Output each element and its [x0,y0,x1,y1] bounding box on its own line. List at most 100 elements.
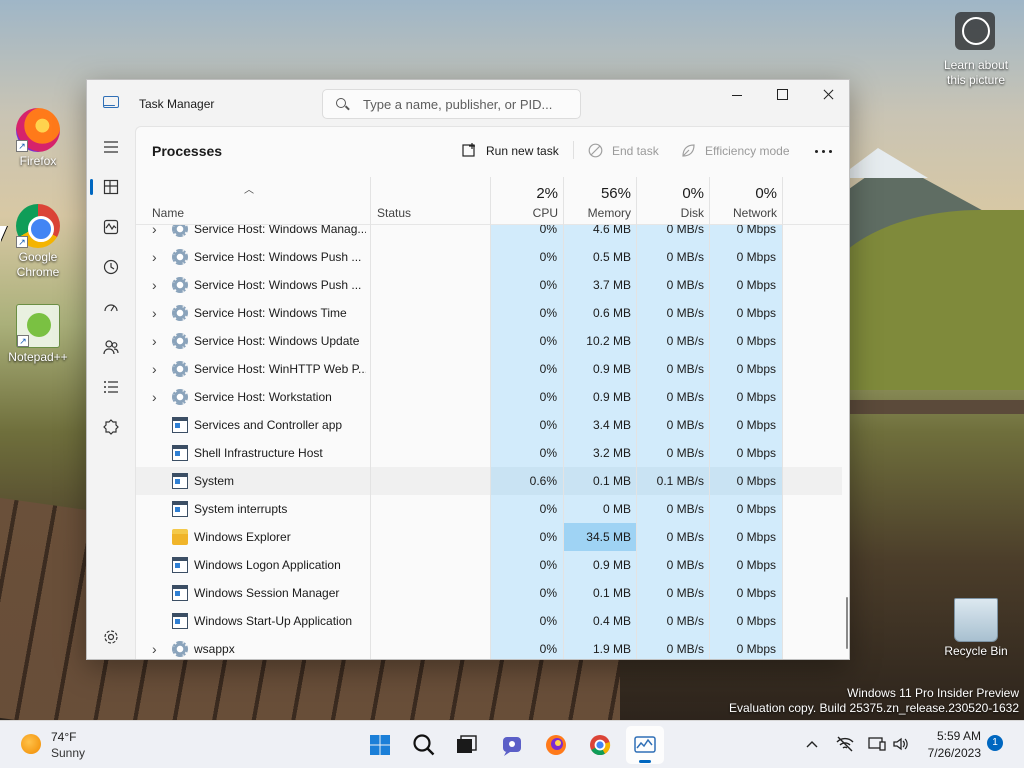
table-row[interactable]: Windows Logon Application 0% 0.9 MB 0 MB/s 0… [136,551,842,579]
expand-chevron-icon[interactable]: › [152,225,164,243]
nav-settings[interactable] [95,621,127,653]
table-row[interactable]: Windows Explorer 0% 34.5 MB 0 MB/s 0 Mbps [136,523,842,551]
table-row[interactable]: › wsappx 0% 1.9 MB 0 MB/s 0 Mbps [136,635,842,659]
process-name: Shell Infrastructure Host [194,446,323,460]
maximize-button[interactable] [759,80,805,110]
clock-time[interactable]: 5:59 AM [915,729,981,743]
chat-button[interactable] [493,726,531,764]
mouse-cursor-icon [0,226,7,242]
desktop-icon-notepadpp[interactable]: ↗ Notepad++ [2,304,74,364]
nav-users[interactable] [95,331,127,363]
taskbar-chrome[interactable] [581,726,619,764]
vertical-scrollbar[interactable] [842,225,849,659]
column-header-network[interactable]: 0% Network [709,177,782,225]
expand-chevron-icon[interactable]: › [152,635,164,659]
network-value: 0 Mbps [709,579,782,607]
cpu-value: 0% [490,607,563,635]
nav-performance[interactable] [95,211,127,243]
table-row[interactable]: System interrupts 0% 0 MB 0 MB/s 0 Mbps [136,495,842,523]
table-row[interactable]: › Service Host: Windows Push ... 0% 0.5 MB 0… [136,243,842,271]
expand-chevron-icon[interactable]: › [152,299,164,327]
table-row[interactable]: › Service Host: Windows Manag... 0% 4.6 MB 0… [136,225,842,243]
column-header-cpu[interactable]: 2% CPU [490,177,563,225]
cpu-value: 0% [490,551,563,579]
search-input[interactable] [361,94,571,114]
table-row[interactable]: System 0.6% 0.1 MB 0.1 MB/s 0 Mbps [136,467,842,495]
disk-value: 0 MB/s [636,551,709,579]
display-icon[interactable] [868,736,886,752]
desktop-icon-recycle-bin[interactable]: Recycle Bin [938,598,1014,658]
table-row[interactable]: › Service Host: Windows Time 0% 0.6 MB 0 MB/… [136,299,842,327]
desktop-icon-chrome[interactable]: ↗ Google Chrome [2,204,74,280]
cpu-value: 0% [490,495,563,523]
clock-date[interactable]: 7/26/2023 [915,746,981,760]
scrollbar-thumb[interactable] [846,597,848,649]
network-value: 0 Mbps [709,299,782,327]
volume-icon[interactable] [892,736,910,752]
learn-picture-label[interactable]: Learn about this picture [938,58,1014,88]
search-icon [336,98,346,108]
memory-value: 4.6 MB [563,225,636,243]
search-box[interactable] [322,89,581,119]
learn-picture-icon[interactable] [955,12,995,50]
minimize-button[interactable] [714,80,760,110]
expand-chevron-icon[interactable]: › [152,327,164,355]
network-icon[interactable] [836,736,854,752]
column-header-memory[interactable]: 56% Memory [563,177,636,225]
taskbar-task-manager[interactable] [626,726,664,764]
memory-value: 0.1 MB [563,467,636,495]
network-value: 0 Mbps [709,355,782,383]
table-row[interactable]: Windows Session Manager 0% 0.1 MB 0 MB/s 0 M… [136,579,842,607]
notification-badge[interactable]: 1 [987,735,1003,751]
column-header-name[interactable]: ︿ Name [136,177,370,225]
table-row[interactable]: › Service Host: Workstation 0% 0.9 MB 0 MB/s… [136,383,842,411]
task-view-button[interactable] [447,726,485,764]
table-row[interactable]: › Service Host: Windows Push ... 0% 3.7 MB 0… [136,271,842,299]
table-row[interactable]: Services and Controller app 0% 3.4 MB 0 MB/… [136,411,842,439]
menu-button[interactable] [95,131,127,163]
column-status-label: Status [377,206,412,220]
more-options-button[interactable] [808,142,840,162]
cpu-value: 0% [490,299,563,327]
expand-chevron-icon[interactable]: › [152,243,164,271]
table-row[interactable]: Shell Infrastructure Host 0% 3.2 MB 0 MB/s 0… [136,439,842,467]
column-header-disk[interactable]: 0% Disk [636,177,709,225]
sun-icon[interactable] [21,734,41,754]
nav-services[interactable] [95,411,127,443]
process-name: Service Host: Windows Time [194,306,347,320]
nav-startup-apps[interactable] [95,291,127,323]
memory-value: 0.6 MB [563,299,636,327]
service-gear-icon [172,277,188,293]
column-header-status[interactable]: Status [371,177,490,225]
table-row[interactable]: Windows Start-Up Application 0% 0.4 MB 0 MB… [136,607,842,635]
cpu-value: 0% [490,225,563,243]
table-row[interactable]: › Service Host: WinHTTP Web P... 0% 0.9 MB 0… [136,355,842,383]
expand-chevron-icon[interactable]: › [152,383,164,411]
close-button[interactable] [805,80,849,110]
weather-condition[interactable]: Sunny [51,746,85,760]
table-row[interactable]: › Service Host: Windows Update 0% 10.2 MB 0 … [136,327,842,355]
disk-value: 0 MB/s [636,299,709,327]
memory-value: 0.5 MB [563,243,636,271]
memory-value: 3.7 MB [563,271,636,299]
nav-app-history[interactable] [95,251,127,283]
start-button[interactable] [361,726,399,764]
run-new-task-label: Run new task [486,144,559,158]
title-bar[interactable]: Task Manager [87,80,849,126]
app-window-icon [172,445,188,461]
disk-total: 0% [682,185,704,202]
expand-chevron-icon[interactable]: › [152,271,164,299]
desktop-icon-firefox[interactable]: ↗ Firefox [2,108,74,168]
taskbar-search-button[interactable] [405,726,443,764]
process-name: Service Host: Workstation [194,390,332,404]
taskbar-firefox[interactable] [537,726,575,764]
nav-processes[interactable] [95,171,127,203]
expand-chevron-icon[interactable]: › [152,355,164,383]
show-hidden-icons-chevron-up-icon[interactable] [805,737,819,751]
weather-temperature[interactable]: 74°F [51,730,76,744]
efficiency-mode-button[interactable]: Efficiency mode [681,136,801,166]
end-task-button[interactable]: End task [588,136,668,166]
recycle-bin-icon [954,598,998,642]
run-new-task-button[interactable]: Run new task [462,136,566,166]
nav-details[interactable] [95,371,127,403]
